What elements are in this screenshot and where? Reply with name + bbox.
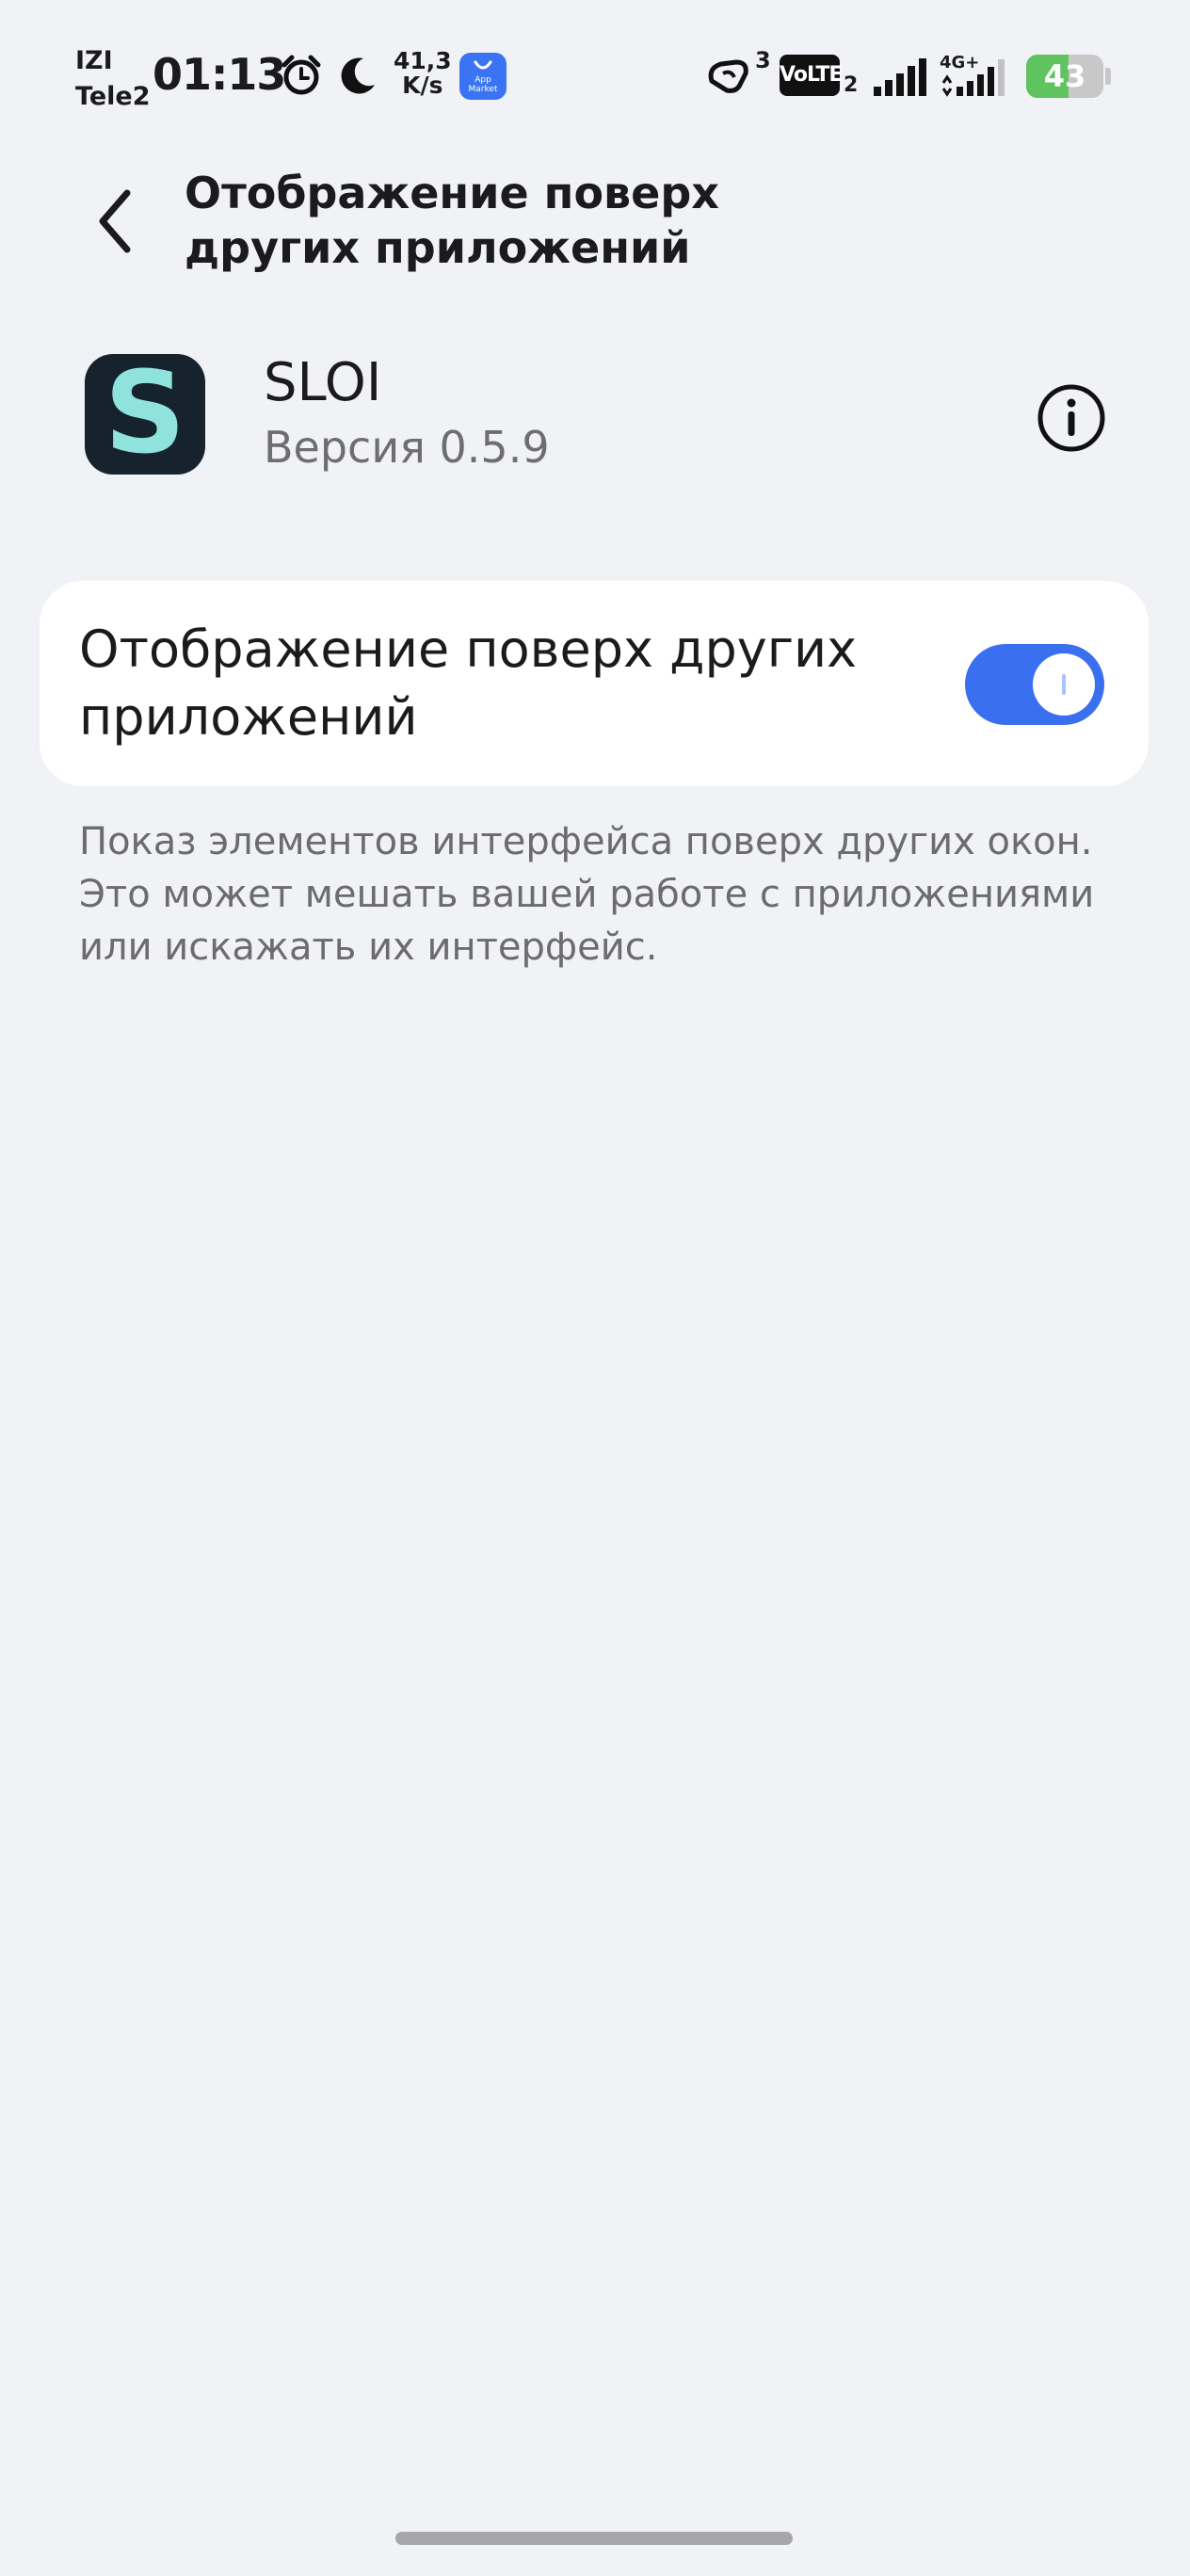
info-icon xyxy=(1037,384,1105,452)
carrier-1: IZI xyxy=(75,46,113,75)
app-market-label: App Market xyxy=(468,75,498,94)
app-icon: S xyxy=(85,354,205,475)
toggle-knob xyxy=(1033,653,1095,716)
clock: 01:13 xyxy=(153,49,286,100)
overlay-setting-label: Отображение поверх других приложений xyxy=(79,620,858,747)
speed-unit: K/s xyxy=(402,72,443,99)
overlay-setting-description: Показ элементов интерфейса поверх других… xyxy=(79,820,1095,969)
speed-value: 41,3 xyxy=(394,47,452,74)
app-name: SLOI xyxy=(264,352,382,413)
moon-icon xyxy=(341,57,375,94)
app-market-icon: App Market xyxy=(459,53,507,100)
app-info-button[interactable] xyxy=(1036,382,1107,454)
app-icon-letter: S xyxy=(104,354,186,475)
carrier-2: Tele2 xyxy=(75,82,151,111)
signal-icon xyxy=(874,58,926,96)
volte-badge: VoLTE xyxy=(780,55,843,96)
alarm-icon xyxy=(281,55,321,95)
volte-sub: 2 xyxy=(844,73,859,97)
overlay-toggle[interactable] xyxy=(965,644,1104,725)
hd-sup: 3 xyxy=(755,47,771,73)
status-bar: IZI Tele2 01:13 41,3 K/s App Market 3 Vo… xyxy=(0,0,1190,141)
battery-level: 43 xyxy=(1043,58,1086,94)
signal-4g-icon xyxy=(941,59,1005,97)
app-version: Версия 0.5.9 xyxy=(264,422,550,473)
network-speed: 41,3 K/s xyxy=(394,49,452,98)
battery-charging-icon: 43 xyxy=(1026,55,1103,98)
home-indicator[interactable] xyxy=(395,2532,793,2545)
carrier-names: IZI Tele2 xyxy=(75,43,151,115)
chevron-left-icon xyxy=(99,189,131,253)
page-title: Отображение поверх других приложений xyxy=(185,168,719,273)
back-button[interactable] xyxy=(89,184,146,259)
